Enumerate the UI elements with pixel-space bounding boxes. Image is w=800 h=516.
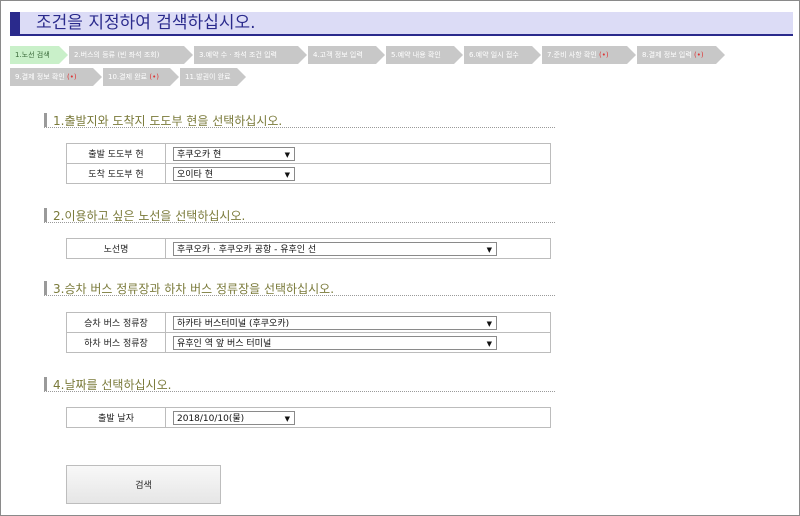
dropdown-arrow-icon: ▼	[284, 150, 290, 159]
boarding-stop-select[interactable]: 하카타 버스터미널 (후쿠오카) ▼	[173, 315, 497, 330]
alighting-stop-label: 하차 버스 정류장	[66, 332, 166, 353]
section-title-text: 3.승차 버스 정류장과 하차 버스 정류장을 선택하십시오.	[53, 282, 335, 296]
select-value: 유후인 역 앞 버스 터미널	[177, 338, 272, 349]
step-dot-icon: (•)	[694, 51, 704, 59]
step-7: 7.준비 사항 확인 (•)	[542, 46, 636, 64]
departure-date-select[interactable]: 2018/10/10(물) ▼	[173, 410, 295, 425]
step-label: 5.예약 내용 확인	[391, 51, 441, 59]
step-3: 3.예약 수 · 좌석 조건 입력	[194, 46, 307, 64]
select-value: 후쿠오카 현	[177, 149, 222, 160]
dropdown-arrow-icon: ▼	[486, 319, 492, 328]
form-value-cell: 후쿠오카 · 후쿠오카 공항 - 유후인 선 ▼	[165, 238, 551, 259]
section-marker	[44, 281, 47, 295]
form-value-cell: 유후인 역 앞 버스 터미널 ▼	[165, 332, 551, 353]
step-4: 4.고객 정보 입력	[308, 46, 385, 64]
select-value: 후쿠오카 · 후쿠오카 공항 - 유후인 선	[177, 244, 317, 255]
section-divider	[44, 295, 555, 296]
step-label: 4.고객 정보 입력	[313, 51, 363, 59]
route-name-label: 노선명	[66, 238, 166, 259]
alighting-stop-select[interactable]: 유후인 역 앞 버스 터미널 ▼	[173, 335, 497, 350]
departure-prefecture-label: 출발 도도부 현	[66, 143, 166, 164]
step-label: 9.결제 정보 확인	[15, 73, 65, 81]
step-label: 3.예약 수 · 좌석 조건 입력	[199, 51, 277, 59]
dropdown-arrow-icon: ▼	[486, 245, 492, 254]
section-divider	[44, 222, 555, 223]
dropdown-arrow-icon: ▼	[284, 414, 290, 423]
step-label: 10.결제 완료	[108, 73, 148, 81]
step-6: 6.예약 일시 접수	[464, 46, 541, 64]
step-2: 2.버스의 등류 (빈 좌석 조회)	[69, 46, 193, 64]
step-dot-icon: (•)	[149, 73, 159, 81]
date-form: 출발 날자 2018/10/10(물) ▼	[66, 407, 551, 428]
header-accent-bar	[10, 12, 20, 36]
arrival-prefecture-select[interactable]: 오이타 현 ▼	[173, 166, 295, 181]
select-value: 오이타 현	[177, 169, 213, 180]
form-row: 출발 날자 2018/10/10(물) ▼	[66, 407, 551, 428]
section-title-text: 1.출발지와 도착지 도도부 현을 선택하십시오.	[53, 114, 283, 128]
section-marker	[44, 208, 47, 222]
page-title: 조건을 지정하여 검색하십시오.	[36, 13, 256, 33]
dropdown-arrow-icon: ▼	[284, 170, 290, 179]
step-8: 8.결제 정보 입력 (•)	[637, 46, 725, 64]
step-10: 10.결제 완료 (•)	[103, 68, 179, 86]
form-row: 하차 버스 정류장 유후인 역 앞 버스 터미널 ▼	[66, 332, 551, 353]
step-dot-icon: (•)	[67, 73, 77, 81]
form-row: 도착 도도부 현 오이타 현 ▼	[66, 163, 551, 184]
prefecture-form: 출발 도도부 현 후쿠오카 현 ▼ 도착 도도부 현 오이타 현 ▼	[66, 143, 551, 184]
route-select[interactable]: 후쿠오카 · 후쿠오카 공항 - 유후인 선 ▼	[173, 241, 497, 256]
section-marker	[44, 377, 47, 391]
boarding-stop-label: 승차 버스 정류장	[66, 312, 166, 333]
route-form: 노선명 후쿠오카 · 후쿠오카 공항 - 유후인 선 ▼	[66, 238, 551, 259]
form-value-cell: 후쿠오카 현 ▼	[165, 143, 551, 164]
form-value-cell: 하카타 버스터미널 (후쿠오카) ▼	[165, 312, 551, 333]
step-label: 8.결제 정보 입력	[642, 51, 692, 59]
form-value-cell: 2018/10/10(물) ▼	[165, 407, 551, 428]
step-label: 2.버스의 등류 (빈 좌석 조회)	[74, 51, 160, 59]
page-header: 조건을 지정하여 검색하십시오.	[10, 12, 793, 36]
step-label: 7.준비 사항 확인	[547, 51, 597, 59]
form-value-cell: 오이타 현 ▼	[165, 163, 551, 184]
form-row: 출발 도도부 현 후쿠오카 현 ▼	[66, 143, 551, 164]
step-5: 5.예약 내용 확인	[386, 46, 463, 64]
section-divider	[44, 127, 555, 128]
section-divider	[44, 391, 555, 392]
section-title-text: 2.이용하고 싶은 노선을 선택하십시오.	[53, 209, 246, 223]
form-row: 승차 버스 정류장 하카타 버스터미널 (후쿠오카) ▼	[66, 312, 551, 333]
section-marker	[44, 113, 47, 127]
step-label: 1.노선 검색	[15, 51, 50, 59]
select-value: 2018/10/10(물)	[177, 413, 245, 424]
form-row: 노선명 후쿠오카 · 후쿠오카 공항 - 유후인 선 ▼	[66, 238, 551, 259]
step-dot-icon: (•)	[599, 51, 609, 59]
departure-date-label: 출발 날자	[66, 407, 166, 428]
step-label: 11.발권이 완료	[185, 73, 231, 81]
step-label: 6.예약 일시 접수	[469, 51, 519, 59]
section-title-text: 4.날짜를 선택하십시오.	[53, 378, 172, 392]
departure-prefecture-select[interactable]: 후쿠오카 현 ▼	[173, 146, 295, 161]
select-value: 하카타 버스터미널 (후쿠오카)	[177, 318, 290, 329]
step-1: 1.노선 검색	[10, 46, 68, 64]
bus-stop-form: 승차 버스 정류장 하카타 버스터미널 (후쿠오카) ▼ 하차 버스 정류장 유후…	[66, 312, 551, 353]
step-11: 11.발권이 완료	[180, 68, 246, 86]
search-button[interactable]: 검색	[66, 465, 221, 504]
dropdown-arrow-icon: ▼	[486, 339, 492, 348]
arrival-prefecture-label: 도착 도도부 현	[66, 163, 166, 184]
step-9: 9.결제 정보 확인 (•)	[10, 68, 102, 86]
